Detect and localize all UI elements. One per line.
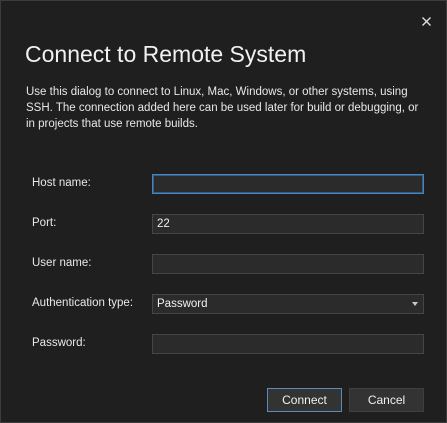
- authentication-type-select[interactable]: Password: [152, 294, 424, 314]
- close-icon: [421, 16, 431, 26]
- authentication-type-label: Authentication type:: [32, 297, 134, 309]
- close-button[interactable]: [418, 13, 434, 29]
- host-name-row: Host name:: [1, 174, 446, 194]
- chevron-down-icon: [412, 302, 418, 306]
- dialog-description: Use this dialog to connect to Linux, Mac…: [26, 86, 419, 130]
- host-name-label: Host name:: [32, 177, 91, 189]
- cancel-button[interactable]: Cancel: [349, 388, 424, 412]
- password-row: Password:: [1, 334, 446, 354]
- password-label: Password:: [32, 337, 86, 349]
- user-name-row: User name:: [1, 254, 446, 274]
- authentication-type-row: Authentication type: Password: [1, 294, 446, 314]
- authentication-type-value: Password: [157, 298, 208, 310]
- password-input[interactable]: [152, 334, 424, 354]
- user-name-label: User name:: [32, 257, 92, 269]
- connect-remote-dialog: Connect to Remote System Use this dialog…: [0, 0, 447, 423]
- connect-button[interactable]: Connect: [267, 388, 342, 412]
- user-name-input[interactable]: [152, 254, 424, 274]
- port-row: Port:: [1, 214, 446, 234]
- dialog-title: Connect to Remote System: [25, 41, 307, 67]
- port-label: Port:: [32, 217, 57, 229]
- host-name-input[interactable]: [152, 174, 424, 194]
- port-input[interactable]: [152, 214, 424, 234]
